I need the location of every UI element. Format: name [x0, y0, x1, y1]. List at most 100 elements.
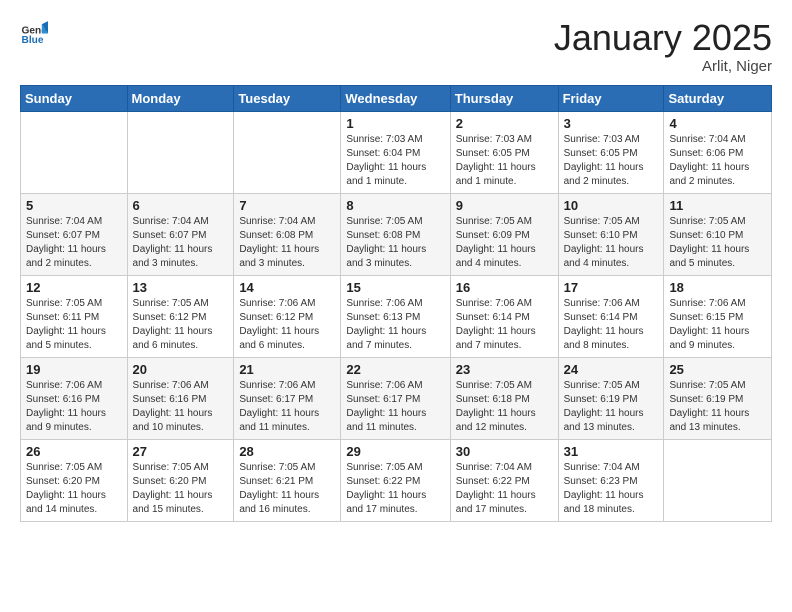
day-number: 22 — [346, 362, 444, 377]
calendar-cell: 24 Sunrise: 7:05 AM Sunset: 6:19 PM Dayli… — [558, 357, 664, 439]
weekday-header-tuesday: Tuesday — [234, 85, 341, 111]
calendar-cell — [664, 439, 772, 521]
calendar-cell — [127, 111, 234, 193]
week-row-1: 1 Sunrise: 7:03 AM Sunset: 6:04 PM Daylig… — [21, 111, 772, 193]
week-row-3: 12 Sunrise: 7:05 AM Sunset: 6:11 PM Dayli… — [21, 275, 772, 357]
calendar-cell: 29 Sunrise: 7:05 AM Sunset: 6:22 PM Dayli… — [341, 439, 450, 521]
calendar-cell — [234, 111, 341, 193]
day-number: 9 — [456, 198, 553, 213]
day-info: Sunrise: 7:05 AM Sunset: 6:19 PM Dayligh… — [564, 379, 659, 435]
day-number: 17 — [564, 280, 659, 295]
calendar-cell: 20Sunrise: 7:06 AM Sunset: 6:16 PM Dayli… — [127, 357, 234, 439]
day-info: Sunrise: 7:05 AM Sunset: 6:12 PM Dayligh… — [133, 297, 229, 353]
calendar-cell: 22Sunrise: 7:06 AM Sunset: 6:17 PM Dayli… — [341, 357, 450, 439]
calendar-cell: 3Sunrise: 7:03 AM Sunset: 6:05 PM Daylig… — [558, 111, 664, 193]
day-number: 23 — [456, 362, 553, 377]
day-number: 18 — [669, 280, 766, 295]
calendar-cell: 4 Sunrise: 7:04 AM Sunset: 6:06 PM Daylig… — [664, 111, 772, 193]
day-number: 24 — [564, 362, 659, 377]
calendar-cell: 16 Sunrise: 7:06 AM Sunset: 6:14 PM Dayli… — [450, 275, 558, 357]
calendar-cell: 15 Sunrise: 7:06 AM Sunset: 6:13 PM Dayli… — [341, 275, 450, 357]
calendar: SundayMondayTuesdayWednesdayThursdayFrid… — [20, 85, 772, 522]
calendar-cell: 27 Sunrise: 7:05 AM Sunset: 6:20 PM Dayli… — [127, 439, 234, 521]
week-row-4: 19Sunrise: 7:06 AM Sunset: 6:16 PM Dayli… — [21, 357, 772, 439]
logo-icon: General Blue — [20, 18, 48, 46]
day-info: Sunrise: 7:06 AM Sunset: 6:16 PM Dayligh… — [26, 379, 122, 435]
day-number: 7 — [239, 198, 335, 213]
day-info: Sunrise: 7:05 AM Sunset: 6:10 PM Dayligh… — [564, 215, 659, 271]
day-info: Sunrise: 7:04 AM Sunset: 6:07 PM Dayligh… — [26, 215, 122, 271]
calendar-cell: 19Sunrise: 7:06 AM Sunset: 6:16 PM Dayli… — [21, 357, 128, 439]
calendar-cell: 25 Sunrise: 7:05 AM Sunset: 6:19 PM Dayli… — [664, 357, 772, 439]
header-right: January 2025 Arlit, Niger — [554, 18, 772, 75]
calendar-cell: 6Sunrise: 7:04 AM Sunset: 6:07 PM Daylig… — [127, 193, 234, 275]
day-info: Sunrise: 7:05 AM Sunset: 6:21 PM Dayligh… — [239, 461, 335, 517]
day-info: Sunrise: 7:05 AM Sunset: 6:10 PM Dayligh… — [669, 215, 766, 271]
calendar-cell: 31 Sunrise: 7:04 AM Sunset: 6:23 PM Dayli… — [558, 439, 664, 521]
weekday-header-row: SundayMondayTuesdayWednesdayThursdayFrid… — [21, 85, 772, 111]
day-info: Sunrise: 7:05 AM Sunset: 6:22 PM Dayligh… — [346, 461, 444, 517]
day-info: Sunrise: 7:05 AM Sunset: 6:08 PM Dayligh… — [346, 215, 444, 271]
day-number: 29 — [346, 444, 444, 459]
calendar-cell: 21Sunrise: 7:06 AM Sunset: 6:17 PM Dayli… — [234, 357, 341, 439]
calendar-cell: 9 Sunrise: 7:05 AM Sunset: 6:09 PM Daylig… — [450, 193, 558, 275]
week-row-5: 26 Sunrise: 7:05 AM Sunset: 6:20 PM Dayli… — [21, 439, 772, 521]
page: General Blue January 2025 Arlit, Niger S… — [0, 0, 792, 612]
calendar-cell: 30 Sunrise: 7:04 AM Sunset: 6:22 PM Dayli… — [450, 439, 558, 521]
day-info: Sunrise: 7:06 AM Sunset: 6:12 PM Dayligh… — [239, 297, 335, 353]
svg-text:Blue: Blue — [22, 35, 44, 46]
day-info: Sunrise: 7:04 AM Sunset: 6:23 PM Dayligh… — [564, 461, 659, 517]
day-number: 6 — [133, 198, 229, 213]
day-number: 15 — [346, 280, 444, 295]
day-number: 14 — [239, 280, 335, 295]
calendar-cell: 26 Sunrise: 7:05 AM Sunset: 6:20 PM Dayli… — [21, 439, 128, 521]
calendar-cell: 28 Sunrise: 7:05 AM Sunset: 6:21 PM Dayli… — [234, 439, 341, 521]
calendar-cell: 18Sunrise: 7:06 AM Sunset: 6:15 PM Dayli… — [664, 275, 772, 357]
weekday-header-friday: Friday — [558, 85, 664, 111]
day-info: Sunrise: 7:03 AM Sunset: 6:04 PM Dayligh… — [346, 133, 444, 189]
day-number: 2 — [456, 116, 553, 131]
day-info: Sunrise: 7:04 AM Sunset: 6:06 PM Dayligh… — [669, 133, 766, 189]
calendar-cell — [21, 111, 128, 193]
day-number: 28 — [239, 444, 335, 459]
day-info: Sunrise: 7:05 AM Sunset: 6:09 PM Dayligh… — [456, 215, 553, 271]
day-number: 25 — [669, 362, 766, 377]
weekday-header-thursday: Thursday — [450, 85, 558, 111]
week-row-2: 5Sunrise: 7:04 AM Sunset: 6:07 PM Daylig… — [21, 193, 772, 275]
day-number: 26 — [26, 444, 122, 459]
day-number: 27 — [133, 444, 229, 459]
day-info: Sunrise: 7:06 AM Sunset: 6:17 PM Dayligh… — [239, 379, 335, 435]
day-number: 4 — [669, 116, 766, 131]
calendar-cell: 5Sunrise: 7:04 AM Sunset: 6:07 PM Daylig… — [21, 193, 128, 275]
calendar-cell: 1 Sunrise: 7:03 AM Sunset: 6:04 PM Daylig… — [341, 111, 450, 193]
day-number: 3 — [564, 116, 659, 131]
calendar-cell: 8Sunrise: 7:05 AM Sunset: 6:08 PM Daylig… — [341, 193, 450, 275]
weekday-header-wednesday: Wednesday — [341, 85, 450, 111]
day-info: Sunrise: 7:06 AM Sunset: 6:14 PM Dayligh… — [456, 297, 553, 353]
day-info: Sunrise: 7:04 AM Sunset: 6:22 PM Dayligh… — [456, 461, 553, 517]
calendar-cell: 14 Sunrise: 7:06 AM Sunset: 6:12 PM Dayli… — [234, 275, 341, 357]
calendar-cell: 11Sunrise: 7:05 AM Sunset: 6:10 PM Dayli… — [664, 193, 772, 275]
day-info: Sunrise: 7:04 AM Sunset: 6:08 PM Dayligh… — [239, 215, 335, 271]
header: General Blue January 2025 Arlit, Niger — [20, 18, 772, 75]
day-info: Sunrise: 7:05 AM Sunset: 6:19 PM Dayligh… — [669, 379, 766, 435]
calendar-cell: 2Sunrise: 7:03 AM Sunset: 6:05 PM Daylig… — [450, 111, 558, 193]
weekday-header-sunday: Sunday — [21, 85, 128, 111]
day-number: 31 — [564, 444, 659, 459]
day-number: 12 — [26, 280, 122, 295]
calendar-cell: 13Sunrise: 7:05 AM Sunset: 6:12 PM Dayli… — [127, 275, 234, 357]
day-info: Sunrise: 7:05 AM Sunset: 6:20 PM Dayligh… — [133, 461, 229, 517]
calendar-cell: 23 Sunrise: 7:05 AM Sunset: 6:18 PM Dayli… — [450, 357, 558, 439]
location: Arlit, Niger — [554, 58, 772, 75]
day-info: Sunrise: 7:06 AM Sunset: 6:13 PM Dayligh… — [346, 297, 444, 353]
day-number: 16 — [456, 280, 553, 295]
day-number: 30 — [456, 444, 553, 459]
day-info: Sunrise: 7:05 AM Sunset: 6:11 PM Dayligh… — [26, 297, 122, 353]
logo: General Blue — [20, 18, 48, 46]
day-info: Sunrise: 7:05 AM Sunset: 6:20 PM Dayligh… — [26, 461, 122, 517]
calendar-cell: 12 Sunrise: 7:05 AM Sunset: 6:11 PM Dayli… — [21, 275, 128, 357]
calendar-cell: 17Sunrise: 7:06 AM Sunset: 6:14 PM Dayli… — [558, 275, 664, 357]
day-info: Sunrise: 7:05 AM Sunset: 6:18 PM Dayligh… — [456, 379, 553, 435]
day-number: 10 — [564, 198, 659, 213]
day-number: 1 — [346, 116, 444, 131]
